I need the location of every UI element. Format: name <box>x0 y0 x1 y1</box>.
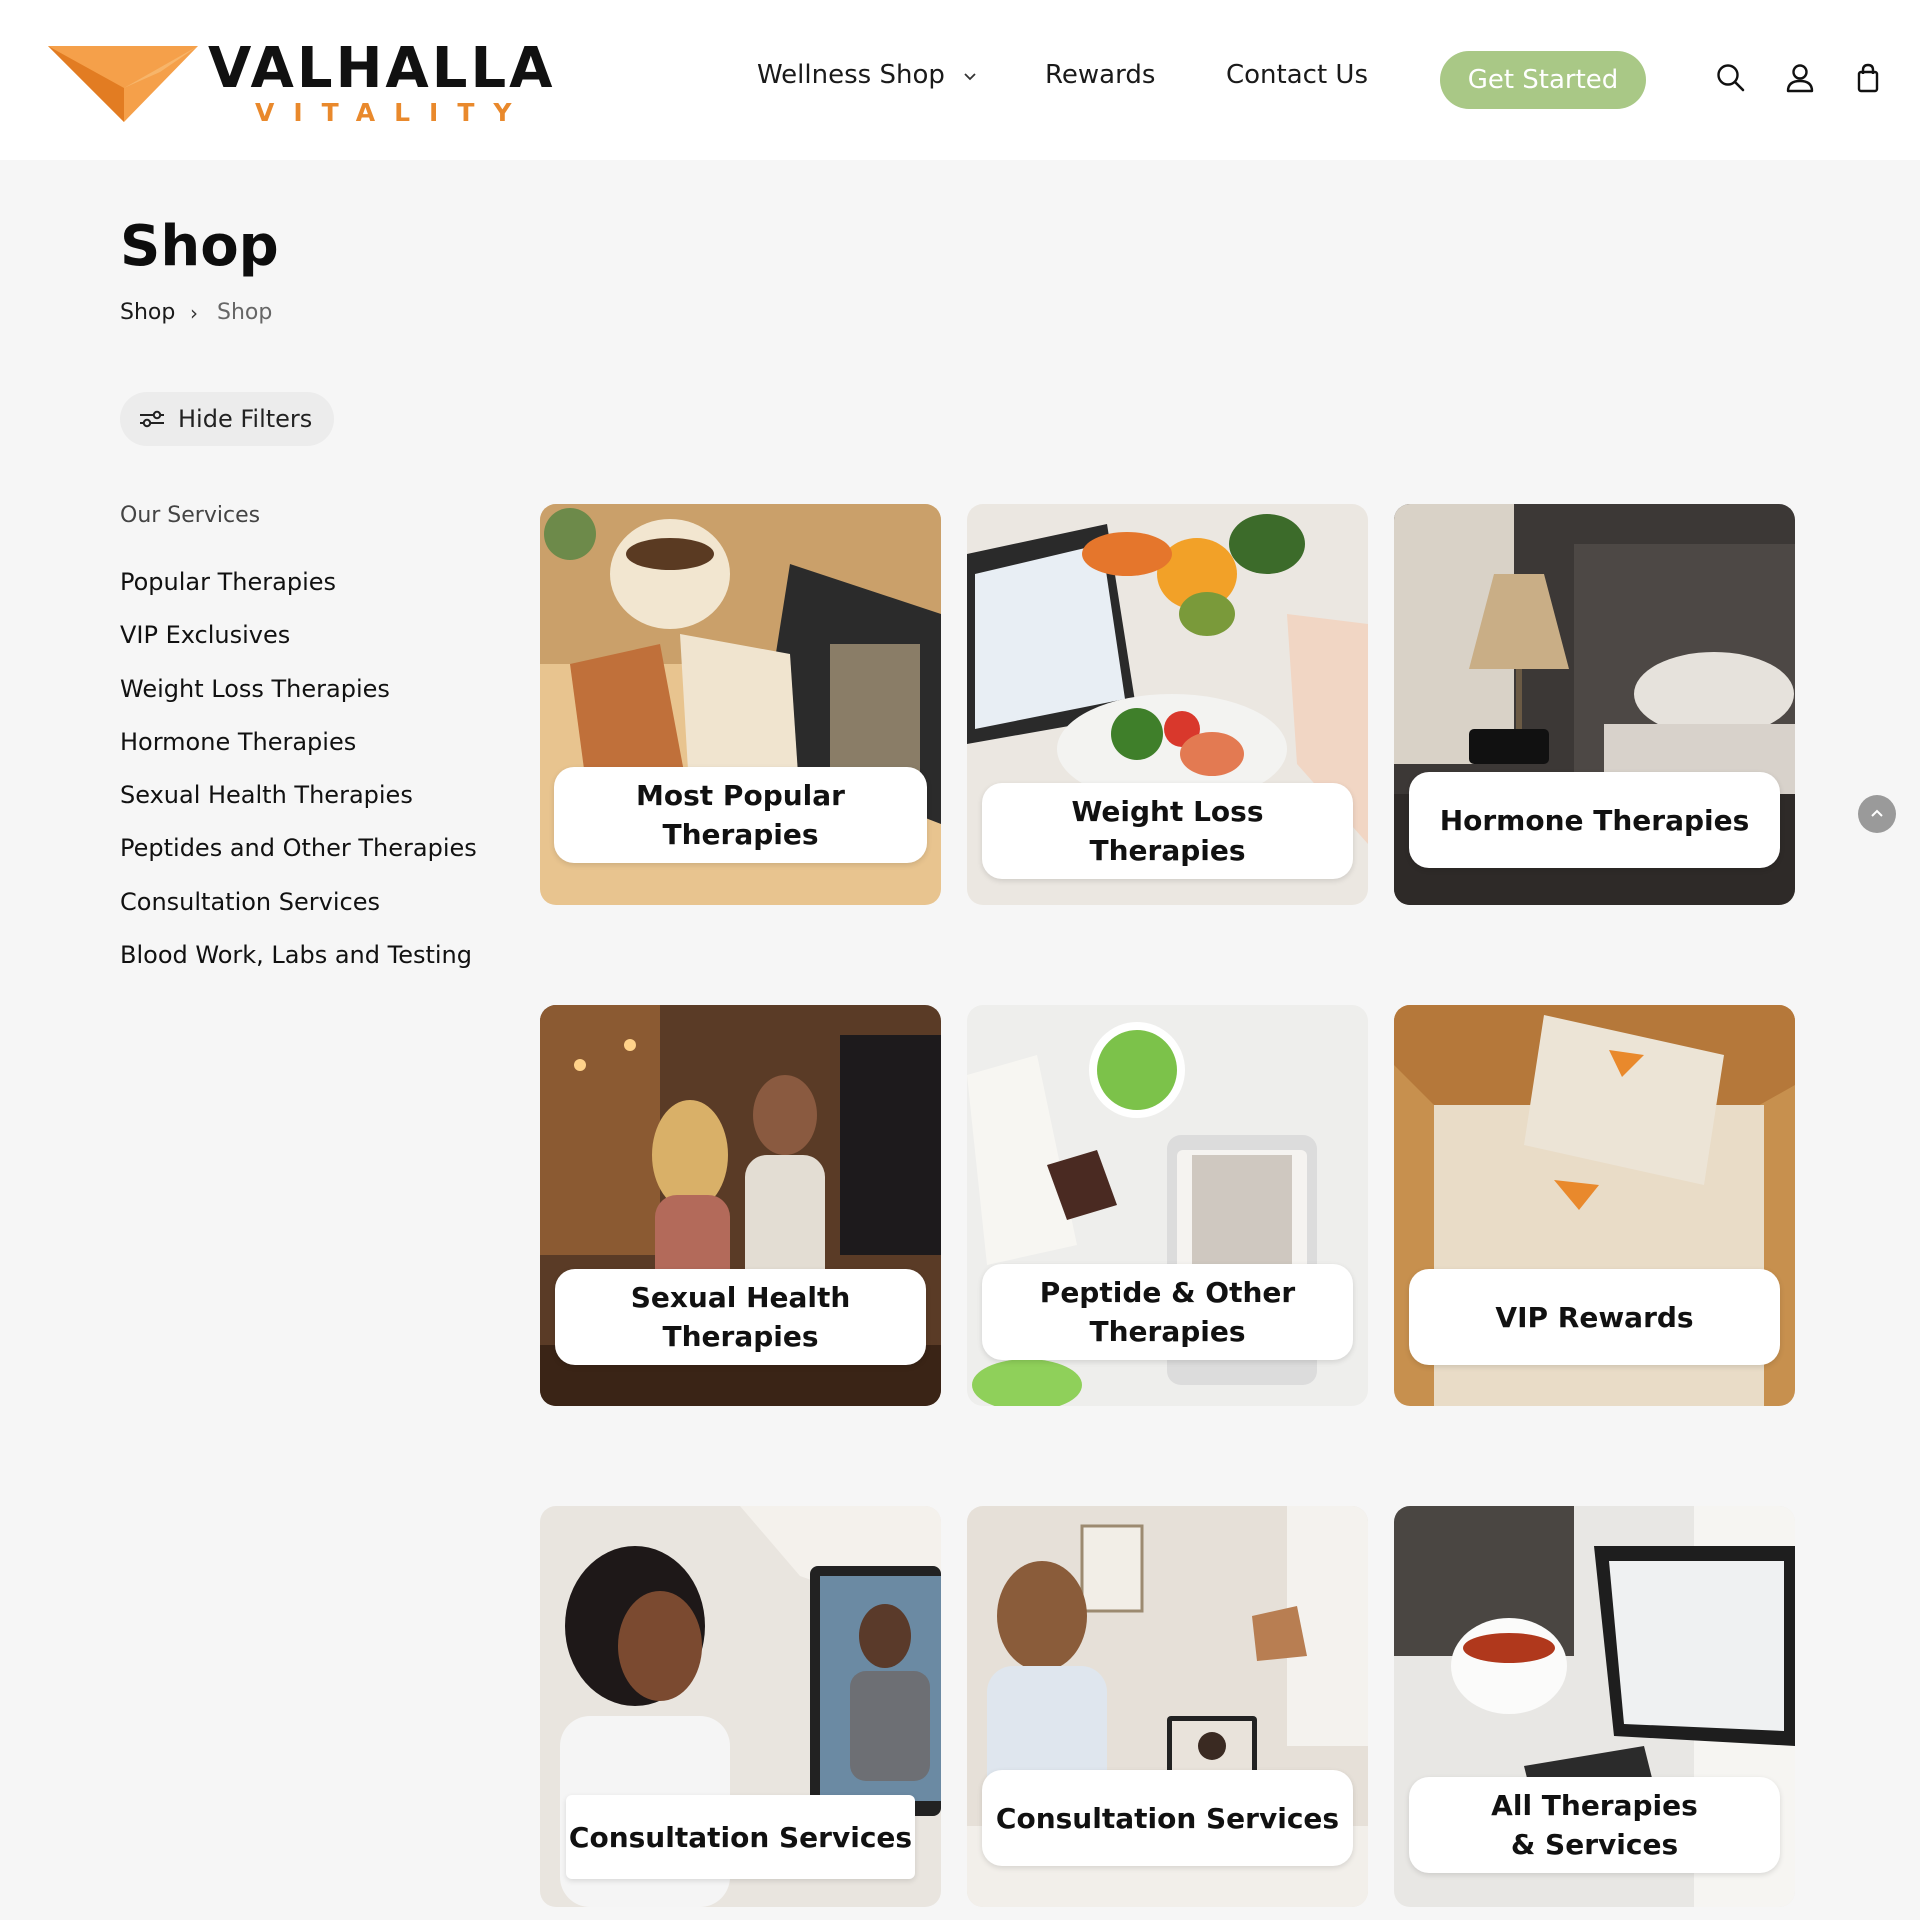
scroll-to-top-button[interactable] <box>1858 795 1896 833</box>
category-tile-weight-loss[interactable]: Weight Loss Therapies <box>967 504 1368 905</box>
tile-label: Peptide & Other Therapies <box>982 1264 1353 1360</box>
category-tile-all-therapies[interactable]: All Therapies & Services <box>1394 1506 1795 1907</box>
tile-label: Most Popular Therapies <box>554 767 927 863</box>
tile-label: VIP Rewards <box>1409 1269 1780 1365</box>
hide-filters-button[interactable]: Hide Filters <box>120 392 334 446</box>
category-tile-hormone[interactable]: Hormone Therapies <box>1394 504 1795 905</box>
brand-tagline: VITALITY <box>255 98 531 127</box>
get-started-button[interactable]: Get Started <box>1440 51 1646 109</box>
hide-filters-label: Hide Filters <box>178 405 313 433</box>
nav-wellness-shop[interactable]: Wellness Shop <box>757 60 977 90</box>
category-tile-consultation-2[interactable]: Consultation Services <box>967 1506 1368 1907</box>
tile-label: Weight Loss Therapies <box>982 783 1353 879</box>
sidebar-item-consultation[interactable]: Consultation Services <box>120 885 477 938</box>
breadcrumb-current: Shop <box>217 300 273 325</box>
brand-name: VALHALLA <box>208 36 556 101</box>
site-header: VALHALLA VITALITY Wellness Shop Rewards … <box>0 0 1920 160</box>
nav-wellness-shop-label: Wellness Shop <box>757 60 945 90</box>
category-tile-sexual-health[interactable]: Sexual Health Therapies <box>540 1005 941 1406</box>
tile-label-line: Therapies <box>662 1320 819 1353</box>
valhalla-chevron-logo-icon <box>48 46 198 122</box>
cart-bag-icon[interactable] <box>1852 62 1884 94</box>
page-title: Shop <box>120 214 279 279</box>
sidebar-heading: Our Services <box>120 503 261 528</box>
breadcrumb-shop-link[interactable]: Shop <box>120 300 175 325</box>
account-icon[interactable] <box>1784 62 1816 94</box>
tile-label-line: All Therapies <box>1491 1789 1698 1822</box>
tile-label-line: Sexual Health <box>630 1281 851 1314</box>
tile-label-line: Therapies <box>1089 834 1246 867</box>
chevron-down-icon <box>964 72 976 80</box>
tile-label-line: Therapies <box>1089 1315 1246 1348</box>
nav-contact-us[interactable]: Contact Us <box>1226 60 1368 90</box>
sidebar-item-sexual-health[interactable]: Sexual Health Therapies <box>120 778 477 831</box>
breadcrumb-separator-icon: › <box>190 301 198 325</box>
sidebar-item-popular-therapies[interactable]: Popular Therapies <box>120 565 477 618</box>
tile-label: Sexual Health Therapies <box>555 1269 926 1365</box>
site-logo[interactable]: VALHALLA VITALITY <box>48 36 552 136</box>
category-tile-consultation-1[interactable]: Consultation Services <box>540 1506 941 1907</box>
nav-rewards[interactable]: Rewards <box>1045 60 1155 90</box>
tile-label-line: & Services <box>1510 1828 1679 1861</box>
tile-label-line: Weight Loss <box>1071 795 1264 828</box>
tile-label: All Therapies & Services <box>1409 1777 1780 1873</box>
tile-label-line: Peptide & Other <box>1039 1276 1296 1309</box>
search-icon[interactable] <box>1715 62 1747 94</box>
sidebar-item-peptides[interactable]: Peptides and Other Therapies <box>120 831 477 884</box>
tile-label: Consultation Services <box>566 1795 915 1879</box>
service-category-list: Popular Therapies VIP Exclusives Weight … <box>120 565 477 991</box>
tile-label: Consultation Services <box>982 1770 1353 1866</box>
sidebar-item-hormone[interactable]: Hormone Therapies <box>120 725 477 778</box>
tile-label: Hormone Therapies <box>1409 772 1780 868</box>
filter-sliders-icon <box>140 410 164 428</box>
sidebar-item-vip-exclusives[interactable]: VIP Exclusives <box>120 618 477 671</box>
chevron-up-icon <box>1871 809 1883 817</box>
category-tile-vip-rewards[interactable]: VIP Rewards <box>1394 1005 1795 1406</box>
category-tile-peptides[interactable]: Peptide & Other Therapies <box>967 1005 1368 1406</box>
category-tile-most-popular[interactable]: Most Popular Therapies <box>540 504 941 905</box>
sidebar-item-blood-work[interactable]: Blood Work, Labs and Testing <box>120 938 477 991</box>
sidebar-item-weight-loss[interactable]: Weight Loss Therapies <box>120 672 477 725</box>
